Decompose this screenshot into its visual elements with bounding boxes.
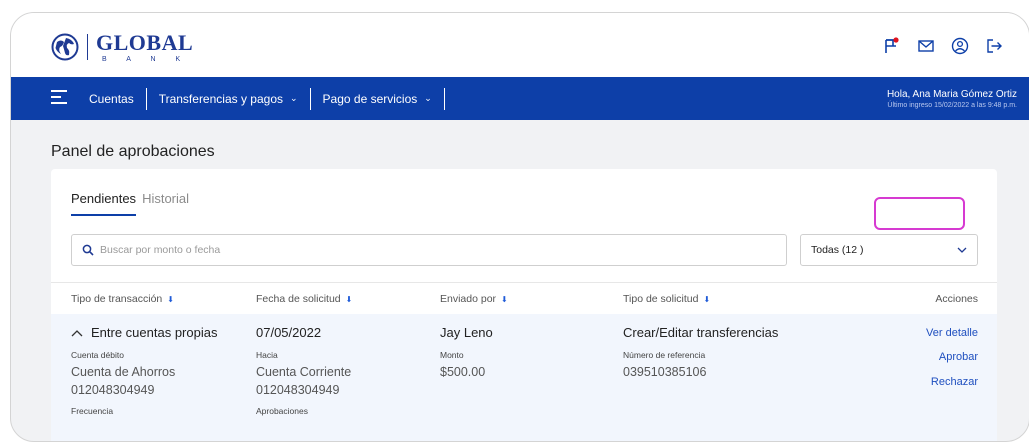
brand-name: GLOBAL — [96, 29, 194, 55]
chevron-down-icon: ⌄ — [424, 93, 432, 103]
reference-label: Número de referencia — [623, 350, 706, 360]
tab-pendientes[interactable]: Pendientes — [71, 191, 137, 216]
to-label: Hacia — [256, 350, 278, 360]
user-info: Hola, Ana Maria Gómez Ortiz Último ingre… — [887, 89, 1017, 109]
approve-button[interactable]: Aprobar — [939, 351, 978, 363]
last-login: Último ingreso 15/02/2022 a las 9:48 p.m… — [887, 102, 1017, 109]
approvals-label: Aprobaciones — [256, 406, 308, 416]
header-label: Tipo de solicitud — [623, 293, 699, 305]
page-title: Panel de aprobaciones — [51, 143, 215, 160]
header-label: Enviado por — [440, 293, 497, 305]
tab-bar: Pendientes Historial — [71, 191, 189, 216]
frequency-label: Frecuencia — [71, 406, 114, 416]
nav-menu: Cuentas Transferencias y pagos ⌄ Pago de… — [89, 77, 445, 120]
reject-button[interactable]: Rechazar — [931, 376, 978, 388]
nav-item-transferencias[interactable]: Transferencias y pagos ⌄ — [147, 87, 311, 110]
flag-notification-icon[interactable] — [883, 37, 901, 55]
user-greeting: Hola, Ana Maria Gómez Ortiz — [886, 89, 1017, 100]
sort-arrow-icon: ⬇ — [501, 294, 508, 304]
filter-select[interactable]: Todas (12 ) — [800, 234, 978, 266]
sort-arrow-icon: ⬇ — [703, 294, 711, 304]
request-date: 07/05/2022 — [256, 325, 322, 340]
header-label: Fecha de solicitud — [256, 293, 341, 305]
header-acciones: Acciones — [935, 293, 978, 305]
header-tipo-solicitud[interactable]: Tipo de solicitud ⬇ — [623, 293, 710, 305]
sender-name: Jay Leno — [440, 325, 493, 340]
menu-hamburger-icon[interactable] — [51, 90, 67, 106]
nav-item-pago-servicios[interactable]: Pago de servicios ⌄ — [311, 87, 445, 110]
nav-item-label: Transferencias y pagos — [158, 91, 283, 106]
debit-account-type: Cuenta de Ahorros — [71, 365, 176, 379]
top-header: GLOBAL B A N K — [11, 13, 1029, 77]
nav-item-label: Cuentas — [89, 91, 134, 106]
chevron-up-icon — [71, 329, 83, 336]
table-header: Tipo de transacción ⬇ Fecha de solicitud ⬇… — [51, 282, 997, 314]
app-window: GLOBAL B A N K Cuentas Transferencias y … — [10, 12, 1029, 442]
brand-subtitle: B A N K — [102, 55, 190, 63]
filter-value: Todas (12 ) — [811, 244, 864, 256]
user-profile-icon[interactable] — [951, 37, 969, 55]
main-navbar: Cuentas Transferencias y pagos ⌄ Pago de… — [11, 77, 1029, 120]
amount-label: Monto — [440, 350, 464, 360]
approve-highlight-outline — [874, 197, 965, 230]
to-account-number: 012048304949 — [256, 383, 340, 397]
header-tipo-transaccion[interactable]: Tipo de transacción ⬇ — [71, 293, 174, 305]
globe-logo-icon — [51, 33, 79, 61]
amount-value: $500.00 — [440, 365, 486, 379]
nav-item-cuentas[interactable]: Cuentas — [89, 87, 147, 110]
header-actions — [883, 37, 1003, 55]
tab-historial[interactable]: Historial — [142, 191, 189, 216]
header-label: Tipo de transacción — [71, 293, 163, 305]
header-enviado-por[interactable]: Enviado por ⬇ — [440, 293, 508, 305]
row-toggle[interactable]: Entre cuentas propias — [71, 325, 217, 340]
chevron-down-icon: ⌄ — [290, 93, 298, 103]
bank-logo[interactable]: GLOBAL B A N K — [51, 29, 193, 65]
debit-label: Cuenta débito — [71, 350, 124, 360]
transaction-type: Entre cuentas propias — [91, 325, 218, 340]
to-account-type: Cuenta Corriente — [256, 365, 352, 379]
search-input[interactable]: Buscar por monto o fecha — [71, 234, 787, 266]
view-detail-link[interactable]: Ver detalle — [926, 327, 978, 339]
chevron-down-icon — [957, 247, 967, 253]
approvals-panel: Pendientes Historial Buscar por monto o … — [51, 169, 997, 441]
debit-account-number: 012048304949 — [71, 383, 155, 397]
sort-arrow-icon: ⬇ — [167, 294, 174, 304]
request-type: Crear/Editar transferencias — [623, 325, 779, 340]
search-icon — [82, 244, 94, 256]
search-placeholder: Buscar por monto o fecha — [100, 244, 221, 256]
mail-icon[interactable] — [917, 37, 935, 55]
logout-icon[interactable] — [985, 37, 1003, 55]
nav-item-label: Pago de servicios — [322, 91, 418, 106]
sort-arrow-icon: ⬇ — [345, 294, 353, 304]
logo-divider — [87, 34, 88, 60]
reference-number: 039510385106 — [623, 365, 707, 379]
header-label: Acciones — [935, 293, 978, 305]
header-fecha-solicitud[interactable]: Fecha de solicitud ⬇ — [256, 293, 352, 305]
table-row: Entre cuentas propias 07/05/2022 Jay Len… — [51, 314, 997, 441]
